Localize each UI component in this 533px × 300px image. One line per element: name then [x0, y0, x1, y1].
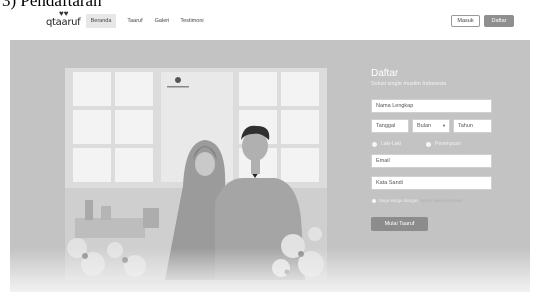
form-subtitle: Solusi single muslim Indonesia: [371, 81, 447, 87]
female-radio-label: Perempuan: [435, 141, 461, 147]
nav-item-galeri[interactable]: Galeri: [152, 14, 172, 28]
brand-logo[interactable]: ♥♥ qtaaruf: [46, 10, 84, 32]
nav-item-taaruf[interactable]: Taaruf: [124, 14, 146, 28]
login-button[interactable]: Masuk: [451, 15, 480, 27]
email-input[interactable]: Email: [371, 154, 492, 168]
top-navbar: ♥♥ qtaaruf Beranda Taaruf Galeri Testimo…: [0, 10, 533, 32]
full-name-input[interactable]: Nama Lengkap: [371, 99, 492, 113]
agreement-checkbox[interactable]: [372, 199, 376, 203]
month-select[interactable]: Bulan ▼: [412, 119, 450, 133]
register-button[interactable]: Daftar: [484, 15, 514, 27]
terms-link[interactable]: syarat dan ketentuan: [420, 198, 462, 203]
agreement-text: Saya setuju dengan syarat dan ketentuan: [379, 198, 463, 203]
chevron-down-icon: ▼: [442, 123, 446, 128]
nav-item-beranda[interactable]: Beranda: [86, 14, 116, 28]
password-input[interactable]: Kata Sandi: [371, 176, 492, 190]
male-radio[interactable]: [372, 142, 377, 147]
female-radio[interactable]: [426, 142, 431, 147]
start-taaruf-button[interactable]: Mulai Taaruf: [371, 217, 428, 231]
register-form: Daftar Solusi single muslim Indonesia Na…: [371, 68, 493, 238]
day-input[interactable]: Tanggal: [371, 119, 409, 133]
form-title: Daftar: [371, 68, 399, 79]
nav-item-testimoni[interactable]: Testimoni: [176, 14, 208, 28]
brand-name: qtaaruf: [46, 17, 81, 28]
hero-bottom-fade: [10, 248, 530, 292]
male-radio-label: Laki-Laki: [381, 141, 402, 147]
year-input[interactable]: Tahun: [453, 119, 492, 133]
